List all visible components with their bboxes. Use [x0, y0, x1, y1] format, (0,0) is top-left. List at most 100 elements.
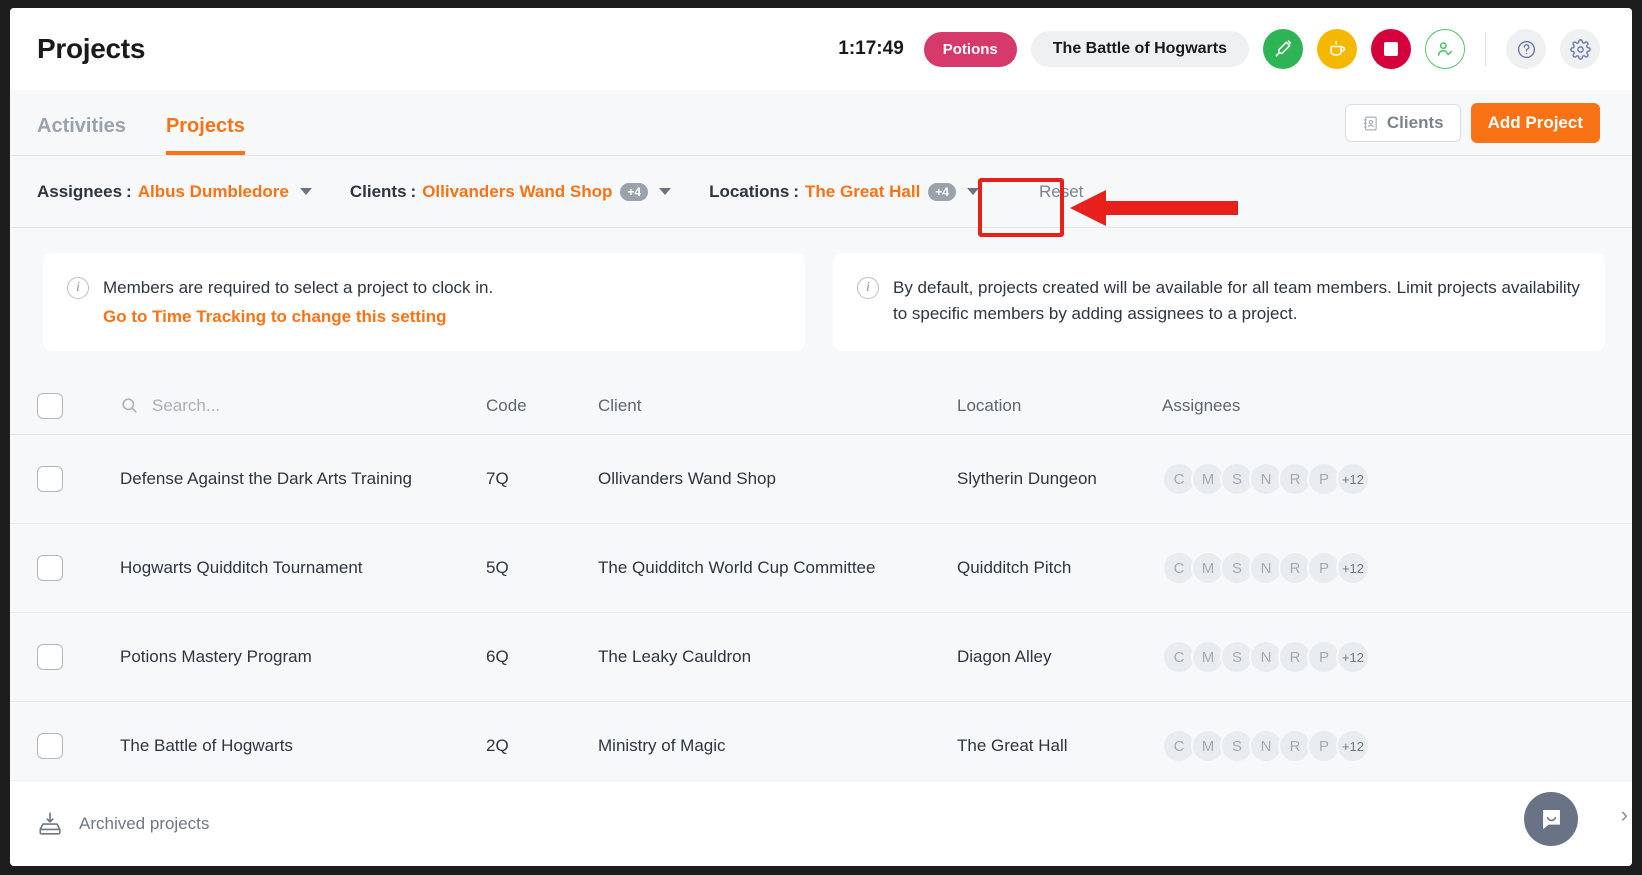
search-icon — [122, 398, 137, 413]
archive-download-icon — [39, 811, 61, 835]
cell-client: The Leaky Cauldron — [598, 647, 752, 666]
add-project-button[interactable]: Add Project — [1470, 103, 1600, 143]
clock-out-button[interactable] — [1425, 29, 1465, 69]
chevron-down-icon — [659, 188, 672, 195]
time-tracking-link[interactable]: Go to Time Tracking to change this setti… — [103, 304, 493, 330]
stop-timer-button[interactable] — [1371, 29, 1411, 69]
chevron-down-icon — [299, 188, 312, 195]
table-body: Defense Against the Dark Arts Training 7… — [10, 435, 1632, 791]
table-row[interactable]: Defense Against the Dark Arts Training 7… — [10, 435, 1632, 524]
cell-location: Quidditch Pitch — [957, 558, 1072, 577]
search-input[interactable]: Search... — [152, 396, 220, 416]
cell-code: 6Q — [486, 647, 509, 666]
reset-filters-button[interactable]: Reset — [1017, 172, 1105, 212]
stop-square-icon — [1384, 42, 1398, 56]
column-header-client[interactable]: Client — [598, 396, 957, 416]
clients-button[interactable]: Clients — [1344, 104, 1461, 142]
tab-list: Activities Projects — [37, 115, 245, 155]
cell-location: The Great Hall — [957, 736, 1068, 755]
settings-button[interactable] — [1560, 29, 1600, 69]
row-select-cell — [37, 733, 120, 759]
info-banner-clock-in-text: Members are required to select a project… — [103, 278, 494, 297]
column-header-location[interactable]: Location — [957, 396, 1162, 416]
filter-assignees-label: Assignees — [37, 181, 123, 201]
expand-panel-chevron[interactable]: › — [1621, 802, 1628, 828]
toolbar-divider — [1485, 32, 1486, 66]
info-banner-availability-text: By default, projects created will be ava… — [893, 278, 1580, 323]
cell-code: 7Q — [486, 469, 509, 488]
avatar-group: C M S N R P +12 — [1162, 640, 1605, 674]
avatar-group: C M S N R P +12 — [1162, 729, 1605, 763]
avatar-overflow-count[interactable]: +12 — [1336, 640, 1370, 674]
top-bar-actions: 1:17:49 Potions The Battle of Hogwarts — [838, 29, 1600, 69]
avatar-group: C M S N R P +12 — [1162, 551, 1605, 585]
cell-assignees: C M S N R P +12 — [1162, 551, 1605, 585]
timer-display: 1:17:49 — [838, 38, 904, 59]
user-check-icon — [1437, 42, 1453, 56]
cell-assignees: C M S N R P +12 — [1162, 462, 1605, 496]
row-checkbox[interactable] — [37, 466, 63, 492]
table-header-row: Search... Code Client Location Assignees — [10, 377, 1632, 435]
row-select-cell — [37, 555, 120, 581]
chevron-down-icon — [966, 188, 979, 195]
reset-filters-wrapper: Reset — [1017, 172, 1105, 212]
filter-clients[interactable]: Clients : Ollivanders Wand Shop +4 — [349, 181, 672, 202]
current-task-pill[interactable]: Potions — [923, 31, 1017, 67]
column-header-code[interactable]: Code — [486, 396, 598, 416]
row-checkbox[interactable] — [37, 733, 63, 759]
gear-icon — [1569, 38, 1591, 60]
cell-location: Diagon Alley — [957, 647, 1052, 666]
tab-activities[interactable]: Activities — [37, 115, 126, 155]
search-cell[interactable]: Search... — [120, 396, 486, 416]
info-icon: i — [67, 277, 89, 299]
row-select-cell — [37, 644, 120, 670]
cell-assignees: C M S N R P +12 — [1162, 640, 1605, 674]
help-button[interactable] — [1506, 29, 1546, 69]
cell-client: Ministry of Magic — [598, 736, 726, 755]
filter-assignees-separator: : — [126, 181, 132, 201]
chat-bubble-icon — [1542, 809, 1560, 829]
pencil-break-icon — [1275, 40, 1292, 57]
clients-button-label: Clients — [1386, 113, 1444, 132]
filter-assignees[interactable]: Assignees : Albus Dumbledore — [37, 182, 312, 202]
table-row[interactable]: Hogwarts Quidditch Tournament 5Q The Qui… — [10, 524, 1632, 613]
app-window: Projects 1:17:49 Potions The Battle of H… — [10, 8, 1632, 866]
avatar-overflow-count[interactable]: +12 — [1336, 551, 1370, 585]
cell-project-name: Defense Against the Dark Arts Training — [120, 469, 412, 488]
chat-widget-button[interactable] — [1524, 792, 1578, 846]
question-mark-icon — [1517, 40, 1535, 58]
cell-project-name: Potions Mastery Program — [120, 647, 312, 666]
table-row[interactable]: The Battle of Hogwarts 2Q Ministry of Ma… — [10, 702, 1632, 791]
filter-clients-label: Clients — [349, 181, 407, 201]
avatar-group: C M S N R P +12 — [1162, 462, 1605, 496]
archived-projects-button[interactable]: Archived projects — [37, 811, 209, 837]
cell-client: Ollivanders Wand Shop — [598, 469, 776, 488]
coffee-break-button[interactable] — [1317, 29, 1357, 69]
column-header-assignees[interactable]: Assignees — [1162, 396, 1605, 416]
info-banner-clock-in: i Members are required to select a proje… — [43, 253, 805, 351]
filter-locations-separator: : — [793, 181, 800, 201]
projects-table: Search... Code Client Location Assignees… — [10, 377, 1632, 791]
break-pencil-button[interactable] — [1263, 29, 1303, 69]
select-all-checkbox[interactable] — [37, 392, 63, 419]
info-banner-clock-in-text-wrap: Members are required to select a project… — [103, 275, 493, 329]
filter-bar: Assignees : Albus Dumbledore Clients : O… — [10, 156, 1632, 228]
cell-project-name: Hogwarts Quidditch Tournament — [120, 558, 363, 577]
page-title: Projects — [37, 33, 146, 64]
table-row[interactable]: Potions Mastery Program 6Q The Leaky Cau… — [10, 613, 1632, 702]
filter-locations-count: +4 — [928, 182, 956, 201]
cell-client: The Quidditch World Cup Committee — [598, 558, 876, 577]
avatar-overflow-count[interactable]: +12 — [1336, 462, 1370, 496]
filter-locations-value: The Great Hall — [805, 181, 921, 201]
row-select-cell — [37, 466, 120, 492]
filter-assignees-value: Albus Dumbledore — [137, 181, 289, 201]
filter-locations[interactable]: Locations : The Great Hall +4 — [709, 182, 979, 202]
cell-project-name: The Battle of Hogwarts — [120, 736, 293, 755]
cell-assignees: C M S N R P +12 — [1162, 729, 1605, 763]
current-project-pill[interactable]: The Battle of Hogwarts — [1030, 31, 1249, 67]
avatar-overflow-count[interactable]: +12 — [1336, 729, 1370, 763]
footer-bar: Archived projects — [10, 780, 1632, 866]
tab-projects[interactable]: Projects — [165, 115, 245, 155]
row-checkbox[interactable] — [37, 644, 63, 670]
row-checkbox[interactable] — [37, 555, 63, 581]
